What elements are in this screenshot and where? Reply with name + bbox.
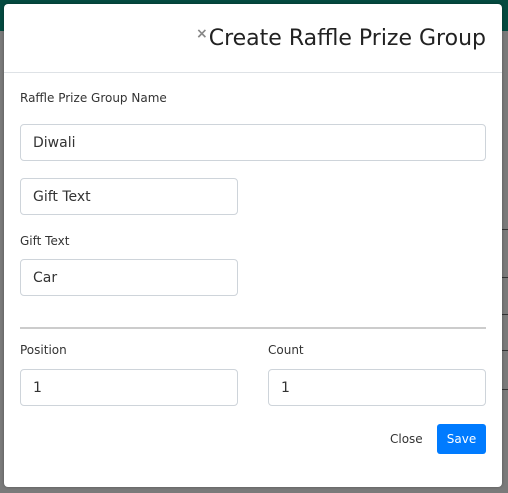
create-raffle-prize-group-modal: × Create Raffle Prize Group Raffle Prize… <box>4 4 502 487</box>
gift-text-label: Gift Text <box>20 234 70 248</box>
group-name-input[interactable]: Diwali <box>20 124 486 161</box>
modal-title: Create Raffle Prize Group <box>208 25 486 51</box>
save-button[interactable]: Save <box>437 424 486 454</box>
close-button[interactable]: Close <box>390 432 423 446</box>
count-label: Count <box>268 343 304 357</box>
group-name-label: Raffle Prize Group Name <box>20 91 167 105</box>
position-input[interactable]: 1 <box>20 369 238 406</box>
modal-header: × Create Raffle Prize Group <box>4 4 502 73</box>
gift-text-field-input[interactable]: Gift Text <box>20 178 238 215</box>
close-icon[interactable]: × <box>196 26 208 42</box>
position-label: Position <box>20 343 67 357</box>
count-input[interactable]: 1 <box>268 369 486 406</box>
gift-text-input[interactable]: Car <box>20 259 238 296</box>
divider <box>20 327 486 329</box>
